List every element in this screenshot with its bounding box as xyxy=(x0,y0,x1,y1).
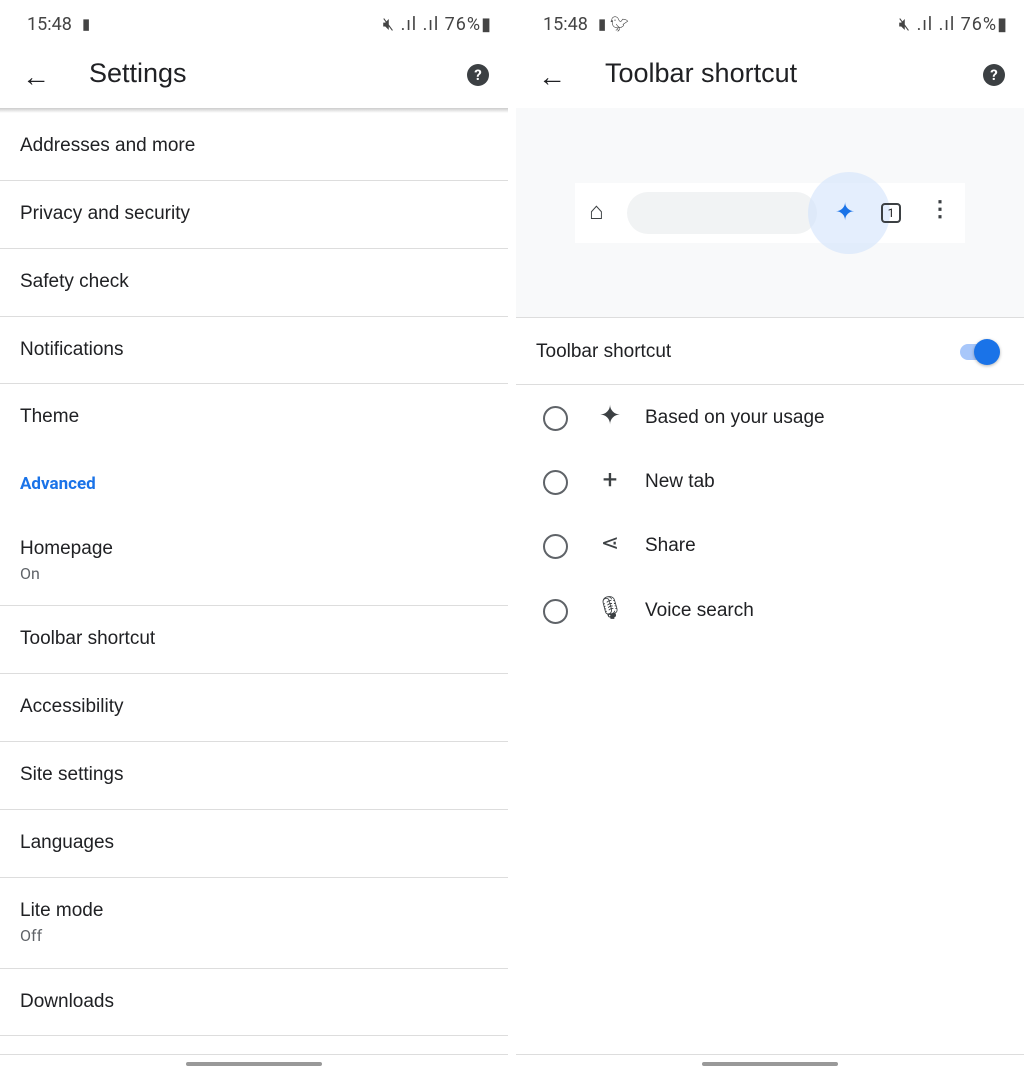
toolbar-shortcut-screen: 15:48 ▮ 🐦︎ 🔇︎ .ıl .ıl 76%▮ ← Toolbar sho… xyxy=(516,0,1024,1073)
settings-item-site-settings[interactable]: Site settings xyxy=(0,742,508,810)
gesture-handle[interactable] xyxy=(186,1062,322,1066)
toolbar-shortcut-toggle-row[interactable]: Toolbar shortcut xyxy=(516,318,1024,385)
battery-icon: ▮ xyxy=(481,14,492,35)
settings-screen: 15:48 ▮ 🔇︎ .ıl .ıl 76%▮ ← Settings ? Add… xyxy=(0,0,508,1073)
item-sublabel: Off xyxy=(20,926,43,945)
item-label: Homepage xyxy=(20,538,113,559)
status-time: 15:48 xyxy=(27,14,72,35)
settings-item-notifications[interactable]: Notifications xyxy=(0,317,508,384)
item-sublabel: On xyxy=(20,564,40,583)
divider xyxy=(516,1054,1024,1055)
mic-icon: 🎙︎ xyxy=(596,596,624,621)
signal-icon: .ıl .ıl xyxy=(916,14,956,35)
radio-button[interactable] xyxy=(543,534,568,559)
help-icon[interactable]: ? xyxy=(983,64,1005,86)
option-voice-search[interactable]: 🎙︎ Voice search xyxy=(516,587,1024,637)
omnibox-placeholder xyxy=(627,192,817,234)
option-new-tab[interactable]: + New tab xyxy=(516,458,1024,508)
settings-item-accessibility[interactable]: Accessibility xyxy=(0,674,508,742)
notification-icon: ▮ 🐦︎ xyxy=(598,15,630,33)
option-based-on-usage[interactable]: ✦ Based on your usage xyxy=(516,394,1024,444)
battery-level: 76% xyxy=(960,14,998,35)
settings-item-lite-mode[interactable]: Lite mode Off xyxy=(0,878,508,969)
tab-count-icon: 1 xyxy=(881,203,901,223)
item-label: Site settings xyxy=(20,764,124,785)
back-arrow-icon[interactable]: ← xyxy=(22,60,50,93)
divider xyxy=(0,1054,508,1055)
battery-level: 76% xyxy=(444,14,482,35)
app-bar: ← Settings ? xyxy=(0,50,508,108)
option-label: Share xyxy=(645,535,696,556)
item-label: Theme xyxy=(20,406,80,427)
sparkle-icon: ✦ xyxy=(599,401,621,431)
settings-item-theme[interactable]: Theme xyxy=(0,384,508,452)
radio-button[interactable] xyxy=(543,599,568,624)
item-label: Addresses and more xyxy=(20,135,196,156)
back-arrow-icon[interactable]: ← xyxy=(538,60,566,93)
option-label: New tab xyxy=(645,471,715,492)
status-bar: 15:48 ▮ 🔇︎ .ıl .ıl 76%▮ xyxy=(0,0,508,50)
home-icon: ⌂ xyxy=(589,197,604,225)
toolbar-preview: ⌂ ✦ 1 ⋮ xyxy=(516,108,1024,318)
status-bar: 15:48 ▮ 🐦︎ 🔇︎ .ıl .ıl 76%▮ xyxy=(516,0,1024,50)
app-bar: ← Toolbar shortcut ? xyxy=(516,50,1024,108)
section-header-advanced: Advanced xyxy=(20,474,96,494)
mute-icon: 🔇︎ xyxy=(382,14,396,35)
item-label: Notifications xyxy=(20,339,124,360)
settings-item-safety-check[interactable]: Safety check xyxy=(0,249,508,317)
item-label: Toolbar shortcut xyxy=(20,628,156,649)
settings-item-downloads[interactable]: Downloads xyxy=(0,969,508,1036)
help-icon[interactable]: ? xyxy=(467,64,489,86)
battery-icon: ▮ xyxy=(997,14,1008,35)
item-label: Accessibility xyxy=(20,696,124,717)
toggle-label: Toolbar shortcut xyxy=(536,341,672,362)
radio-button[interactable] xyxy=(543,470,568,495)
page-title: Toolbar shortcut xyxy=(605,58,798,88)
settings-item-languages[interactable]: Languages xyxy=(0,810,508,878)
toggle-knob[interactable] xyxy=(974,339,1000,365)
twitter-icon: 🐦︎ xyxy=(609,15,630,33)
status-time: 15:48 xyxy=(543,14,588,35)
item-label: Downloads xyxy=(20,991,114,1012)
page-title: Settings xyxy=(89,58,187,88)
item-label: Privacy and security xyxy=(20,203,191,224)
item-label: Languages xyxy=(20,832,115,853)
mute-icon: 🔇︎ xyxy=(898,14,912,35)
share-icon: ⋖ xyxy=(600,531,620,556)
settings-item-toolbar-shortcut[interactable]: Toolbar shortcut xyxy=(0,606,508,674)
status-icons: 🔇︎ .ıl .ıl 76%▮ xyxy=(383,14,492,35)
settings-item-privacy[interactable]: Privacy and security xyxy=(0,181,508,249)
option-share[interactable]: ⋖ Share xyxy=(516,522,1024,572)
item-label: Safety check xyxy=(20,271,129,292)
signal-icon: .ıl .ıl xyxy=(400,14,440,35)
toolbar-mock: ⌂ ✦ 1 ⋮ xyxy=(575,172,965,254)
settings-item-addresses[interactable]: Addresses and more xyxy=(0,113,508,181)
gesture-handle[interactable] xyxy=(702,1062,838,1066)
option-label: Based on your usage xyxy=(645,407,825,428)
settings-item-homepage[interactable]: Homepage On xyxy=(0,520,508,606)
more-vert-icon: ⋮ xyxy=(929,197,951,222)
sparkle-icon: ✦ xyxy=(835,198,856,226)
radio-button[interactable] xyxy=(543,406,568,431)
status-icons: 🔇︎ .ıl .ıl 76%▮ xyxy=(899,14,1008,35)
notification-icon: ▮ xyxy=(82,15,91,33)
plus-icon: + xyxy=(602,465,618,495)
item-label: Lite mode xyxy=(20,900,104,921)
option-label: Voice search xyxy=(645,600,754,621)
